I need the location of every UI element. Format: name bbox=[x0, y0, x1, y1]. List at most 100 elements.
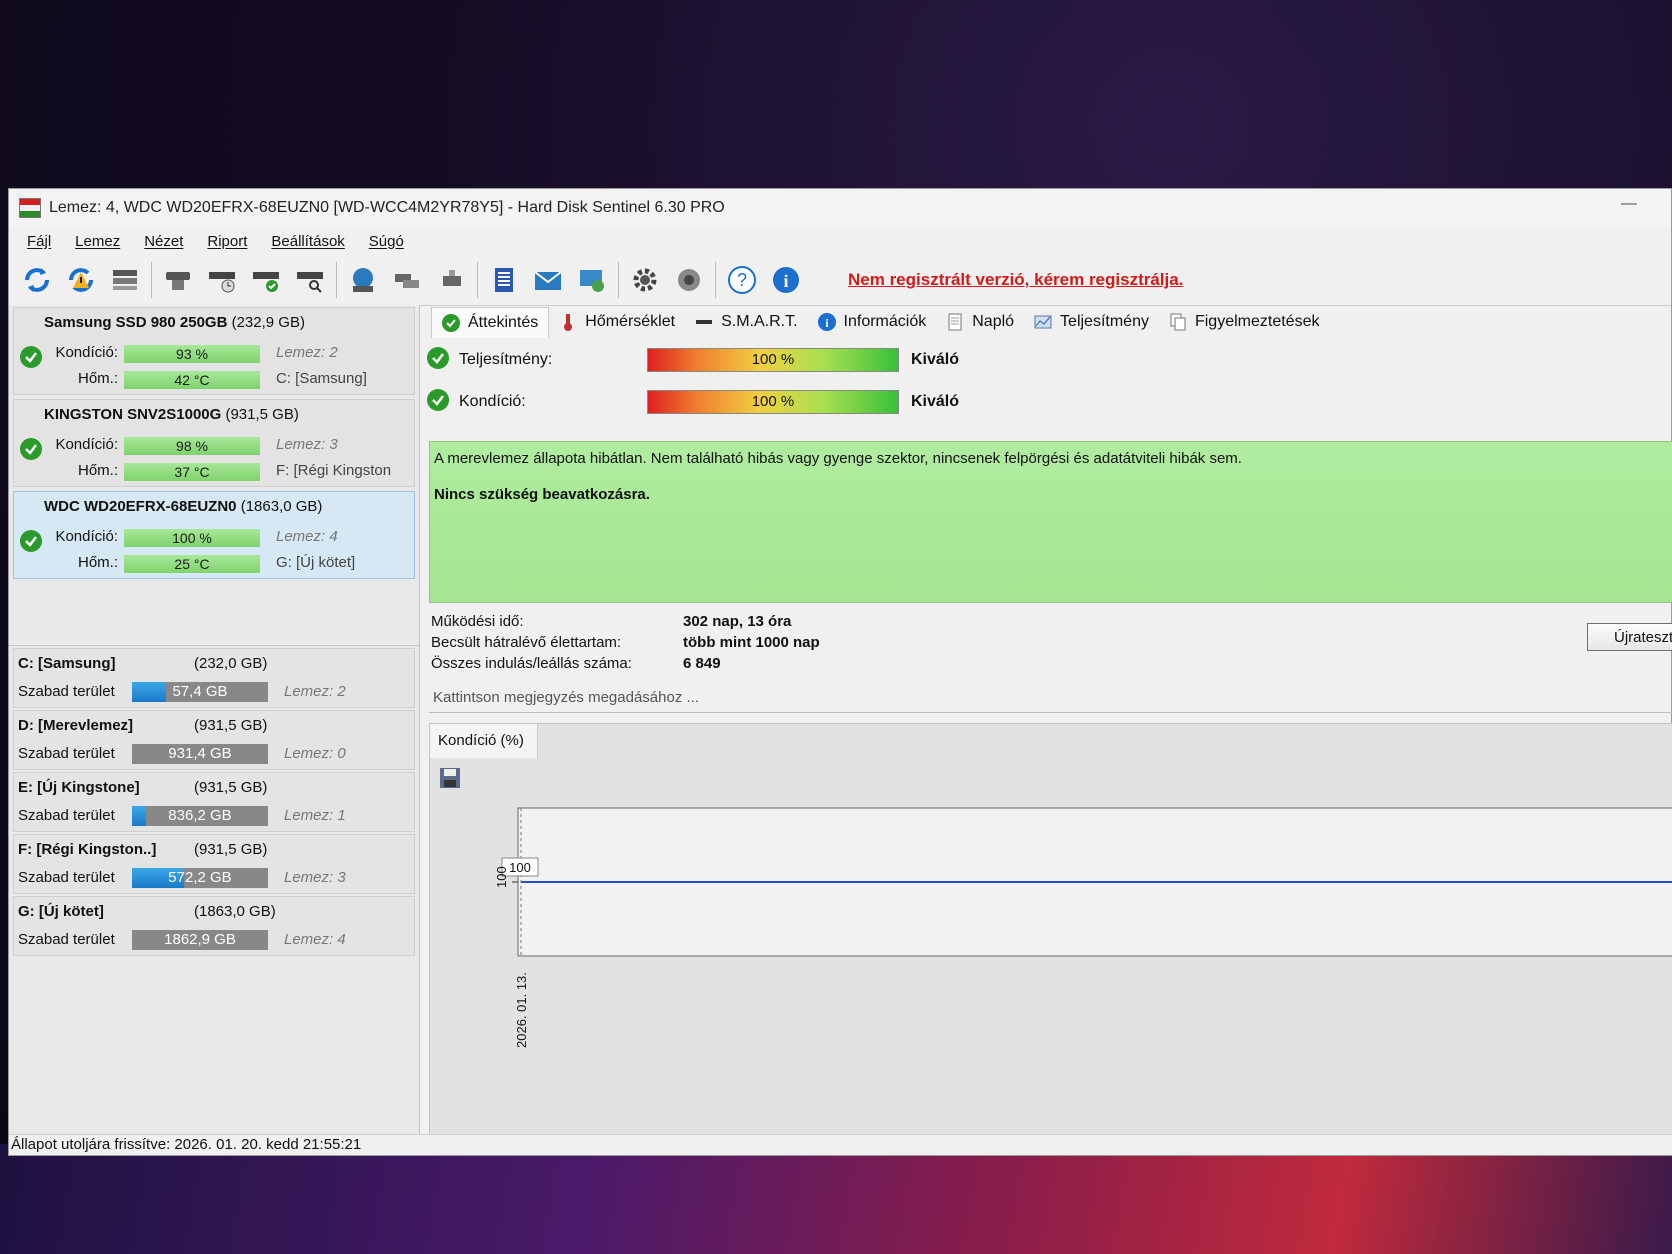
info-icon: i bbox=[817, 313, 836, 331]
free-space-value: 572,2 GB bbox=[168, 869, 232, 886]
check-icon bbox=[20, 438, 42, 464]
app-logo-icon bbox=[19, 198, 41, 218]
volume-disk-number: Lemez: 2 bbox=[284, 683, 346, 700]
tab-label: Figyelmeztetések bbox=[1194, 313, 1320, 330]
chart-icon bbox=[1034, 313, 1052, 331]
temperature-label: Hőm.: bbox=[77, 462, 118, 479]
free-space-value: 57,4 GB bbox=[172, 683, 228, 700]
volume-name: D: [Merevlemez] bbox=[18, 717, 134, 734]
volume-size: (931,5 GB) bbox=[194, 779, 268, 796]
tab-alerts[interactable]: Figyelmeztetések bbox=[1159, 307, 1330, 337]
note-input[interactable]: Kattintson megjegyzés megadásához ... bbox=[429, 683, 1672, 713]
disk-icon[interactable] bbox=[160, 262, 196, 298]
volume-disk-number: Lemez: 1 bbox=[284, 807, 346, 824]
tab-temperature[interactable]: Hőmérséklet bbox=[549, 307, 685, 337]
menu-file[interactable]: Fájl bbox=[15, 233, 63, 250]
y-tick-label: 100 bbox=[494, 866, 509, 888]
status-bar: Állapot utoljára frissítve: 2026. 01. 20… bbox=[9, 1134, 1672, 1155]
disk-ok-icon[interactable] bbox=[248, 262, 284, 298]
disk-name: KINGSTON SNV2S1000G (931,5 GB) bbox=[44, 406, 299, 423]
data-label: 100 bbox=[509, 860, 531, 875]
uptime-row: Működési idő: 302 nap, 13 óra bbox=[431, 613, 791, 630]
details-panel: Áttekintés Hőmérséklet S.M.A.R.T. i Info… bbox=[427, 305, 1672, 1137]
info-icon[interactable]: i bbox=[768, 262, 804, 298]
condition-bar: 98 % bbox=[124, 437, 260, 455]
volume-size: (931,5 GB) bbox=[194, 717, 268, 734]
volume-card[interactable]: F: [Régi Kingston..] (931,5 GB) Szabad ter… bbox=[13, 834, 415, 894]
condition-label: Kondíció: bbox=[55, 436, 118, 453]
menu-view[interactable]: Nézet bbox=[132, 233, 195, 250]
menu-help[interactable]: Súgó bbox=[357, 233, 416, 250]
volume-disk-number: Lemez: 0 bbox=[284, 745, 346, 762]
toolbar-separator bbox=[618, 262, 619, 298]
condition-bar: 100 % bbox=[124, 529, 260, 547]
volume-card[interactable]: C: [Samsung] (232,0 GB) Szabad terület 57,4… bbox=[13, 648, 415, 708]
mail-icon[interactable] bbox=[530, 262, 566, 298]
volume-card[interactable]: E: [Új Kingstone] (931,5 GB) Szabad terüle… bbox=[13, 772, 415, 832]
minimize-icon[interactable]: — bbox=[1619, 195, 1639, 215]
disk-list-panel: Samsung SSD 980 250GB (232,9 GB) Kondíció… bbox=[9, 305, 420, 1137]
free-space-value: 836,2 GB bbox=[168, 807, 232, 824]
network-monitor-icon[interactable] bbox=[574, 262, 610, 298]
free-space-label: Szabad terület bbox=[18, 807, 115, 824]
network-disk-icon[interactable] bbox=[345, 262, 381, 298]
disk-schedule-icon[interactable] bbox=[204, 262, 240, 298]
disk-list-icon[interactable] bbox=[107, 262, 143, 298]
check-icon bbox=[442, 313, 460, 332]
tab-log[interactable]: Napló bbox=[936, 307, 1024, 337]
performance-rating: Kiváló bbox=[911, 351, 960, 368]
disk-name: WDC WD20EFRX-68EUZN0 (1863,0 GB) bbox=[44, 498, 323, 515]
free-space-bar: 1862,9 GB bbox=[132, 930, 268, 950]
disk-volume: C: [Samsung] bbox=[276, 370, 367, 387]
toolbar-separator bbox=[336, 262, 337, 298]
title-bar: Lemez: 4, WDC WD20EFRX-68EUZN0 [WD-WCC4M… bbox=[9, 189, 1671, 227]
report-icon[interactable] bbox=[486, 262, 522, 298]
remaining-label: Becsült hátralévő élettartam: bbox=[431, 634, 622, 651]
disk-card[interactable]: KINGSTON SNV2S1000G (931,5 GB) Kondíció: 9… bbox=[13, 399, 415, 487]
app-window: Lemez: 4, WDC WD20EFRX-68EUZN0 [WD-WCC4M… bbox=[8, 188, 1672, 1156]
gear-icon[interactable] bbox=[627, 262, 663, 298]
menu-disk[interactable]: Lemez bbox=[63, 233, 132, 250]
used-space-fill bbox=[132, 806, 146, 826]
thermometer-icon bbox=[559, 313, 577, 331]
refresh-icon[interactable] bbox=[19, 262, 55, 298]
tab-smart[interactable]: S.M.A.R.T. bbox=[685, 307, 807, 337]
disk-name: Samsung SSD 980 250GB (232,9 GB) bbox=[44, 314, 305, 331]
tab-label: S.M.A.R.T. bbox=[721, 313, 798, 330]
volume-card[interactable]: G: [Új kötet] (1863,0 GB) Szabad terület 18… bbox=[13, 896, 415, 956]
condition-label: Kondíció: bbox=[55, 344, 118, 361]
disk-card[interactable]: Samsung SSD 980 250GB (232,9 GB) Kondíció… bbox=[13, 307, 415, 395]
svg-text:i: i bbox=[783, 271, 788, 291]
free-space-bar: 836,2 GB bbox=[132, 806, 268, 826]
status-message-box: A merevlemez állapota hibátlan. Nem talá… bbox=[429, 441, 1672, 603]
disk-search-icon[interactable] bbox=[292, 262, 328, 298]
menu-settings[interactable]: Beállítások bbox=[259, 233, 356, 250]
help-icon[interactable]: ? bbox=[724, 262, 760, 298]
starts-value: 6 849 bbox=[683, 655, 721, 672]
retest-button[interactable]: Újrateszte bbox=[1587, 623, 1672, 651]
sound-icon[interactable] bbox=[671, 262, 707, 298]
free-space-bar: 572,2 GB bbox=[132, 868, 268, 888]
free-space-value: 931,4 GB bbox=[168, 745, 232, 762]
disk-card[interactable]: WDC WD20EFRX-68EUZN0 (1863,0 GB) Kondíció… bbox=[13, 491, 415, 579]
condition-label: Kondíció: bbox=[459, 393, 526, 410]
temperature-bar: 42 °C bbox=[124, 371, 260, 389]
volume-card[interactable]: D: [Merevlemez] (931,5 GB) Szabad terület 9… bbox=[13, 710, 415, 770]
volume-name: G: [Új kötet] bbox=[18, 903, 104, 920]
tab-bar: Áttekintés Hőmérséklet S.M.A.R.T. i Info… bbox=[427, 305, 1672, 339]
menu-report[interactable]: Riport bbox=[195, 233, 259, 250]
status-action: Nincs szükség beavatkozásra. bbox=[434, 486, 650, 503]
usb-drive-icon[interactable] bbox=[433, 262, 469, 298]
tab-label: Információk bbox=[843, 313, 927, 330]
performance-label: Teljesítmény: bbox=[459, 351, 553, 368]
register-link[interactable]: Nem regisztrált verzió, kérem regisztrál… bbox=[848, 270, 1183, 290]
tab-information[interactable]: i Információk bbox=[808, 307, 937, 337]
refresh-warning-icon[interactable] bbox=[63, 262, 99, 298]
performance-bar: 100 % bbox=[647, 348, 899, 372]
tab-overview[interactable]: Áttekintés bbox=[431, 306, 550, 338]
free-space-label: Szabad terület bbox=[18, 683, 115, 700]
disk-number: Lemez: 2 bbox=[276, 344, 338, 361]
drives-icon[interactable] bbox=[389, 262, 425, 298]
tab-performance[interactable]: Teljesítmény bbox=[1024, 307, 1159, 337]
disk-volume: G: [Új kötet] bbox=[276, 554, 356, 571]
